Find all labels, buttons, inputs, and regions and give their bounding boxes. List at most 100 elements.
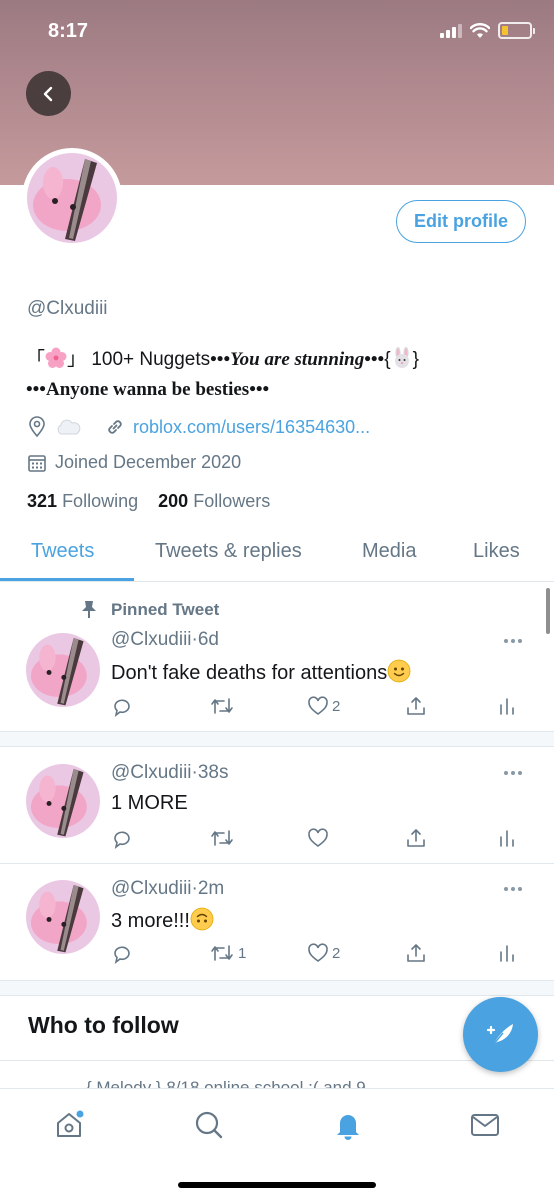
followers-link[interactable]: 200 Followers	[158, 491, 270, 511]
tweet-text: Don't fake deaths for attentions	[111, 659, 411, 685]
bio-text-besties: Anyone wanna be besties	[45, 379, 250, 400]
cellular-signal-icon	[440, 23, 462, 38]
cherry-blossom-icon	[45, 347, 67, 369]
retweet-icon	[211, 945, 233, 961]
analytics-button[interactable]	[497, 695, 517, 717]
following-label: Following	[62, 491, 139, 511]
like-button[interactable]: 2	[307, 695, 340, 717]
tweet-text-content: 3 more!!!	[111, 910, 190, 932]
like-count: 2	[332, 697, 341, 715]
tweet-more-icon[interactable]	[504, 638, 524, 644]
tab-tweets-and-replies[interactable]: Tweets & replies	[155, 540, 302, 563]
bio-brace-close: }	[412, 349, 419, 370]
status-bar: 8:17	[0, 0, 554, 64]
bio-dots: •••	[210, 349, 231, 370]
nav-home[interactable]	[51, 1107, 87, 1143]
home-indicator[interactable]	[178, 1182, 376, 1188]
back-button[interactable]	[26, 71, 71, 116]
like-button[interactable]: 2	[307, 942, 340, 964]
tweet-avatar[interactable]	[26, 764, 100, 838]
tweet-actions: 1 2	[111, 942, 521, 968]
share-icon	[407, 944, 425, 962]
share-button[interactable]	[405, 827, 427, 849]
bio-bracket-open: 「	[26, 349, 46, 370]
joined-date: Joined December 2020	[55, 452, 242, 472]
profile-website-link[interactable]: roblox.com/users/16354630...	[133, 417, 370, 438]
pinned-tweet-label: Pinned Tweet	[111, 600, 220, 619]
tab-media[interactable]: Media	[362, 540, 416, 563]
retweet-button[interactable]: 1	[209, 942, 246, 964]
section-divider	[0, 980, 554, 996]
tweet-item[interactable]: @Clxudiii·38s 1 MORE	[0, 747, 554, 863]
tweet-handle[interactable]: @Clxudiii	[111, 629, 192, 650]
section-divider-thin	[0, 1060, 554, 1061]
active-tab-indicator	[0, 578, 134, 581]
heart-icon	[308, 828, 328, 847]
analytics-button[interactable]	[497, 827, 517, 849]
bio-text-stunning: You are stunning	[230, 349, 365, 370]
tweet-text: 3 more!!!	[111, 907, 214, 933]
nav-messages[interactable]	[467, 1107, 503, 1143]
reply-button[interactable]	[111, 827, 133, 849]
tweet-avatar[interactable]	[26, 880, 100, 954]
like-button[interactable]	[307, 827, 332, 849]
tweet-avatar[interactable]	[26, 633, 100, 707]
analytics-button[interactable]	[497, 942, 517, 964]
like-count: 2	[332, 944, 341, 962]
retweet-count: 1	[238, 944, 247, 962]
location-pin-icon	[29, 416, 45, 438]
analytics-icon	[500, 698, 514, 715]
tweet-actions	[111, 827, 521, 853]
wifi-icon	[470, 22, 490, 38]
following-count: 321	[27, 491, 58, 511]
bio-dots: •••	[26, 379, 46, 400]
tweet-time: 2m	[197, 878, 225, 899]
heart-icon	[308, 943, 328, 962]
tweet-text-content: Don't fake deaths for attentions	[111, 662, 388, 684]
profile-avatar[interactable]	[22, 148, 122, 248]
upside-down-face-icon	[190, 907, 214, 931]
search-icon	[195, 1111, 223, 1139]
tweet-item[interactable]: Pinned Tweet @Clxudiii·6d Don't fake dea…	[0, 583, 554, 731]
nav-notifications[interactable]	[330, 1107, 366, 1143]
avatar-image	[27, 153, 117, 243]
tab-likes[interactable]: Likes	[473, 540, 520, 563]
status-icons	[440, 22, 535, 39]
share-button[interactable]	[405, 695, 427, 717]
edit-profile-button[interactable]: Edit profile	[396, 200, 526, 243]
battery-icon	[498, 22, 535, 39]
calendar-icon	[28, 454, 46, 472]
following-link[interactable]: 321 Following	[27, 491, 138, 511]
share-button[interactable]	[405, 942, 427, 964]
analytics-icon	[500, 945, 514, 962]
tweet-handle[interactable]: @Clxudiii	[111, 762, 192, 783]
follow-counts: 321 Following 200 Followers	[27, 491, 270, 512]
tweet-item[interactable]: @Clxudiii·2m 3 more!!! 1 2	[0, 864, 554, 980]
tab-tweets[interactable]: Tweets	[31, 540, 94, 563]
mail-icon	[471, 1114, 499, 1136]
profile-meta-location-website: roblox.com/users/16354630...	[27, 416, 370, 438]
bio-bracket-close: 」	[67, 349, 87, 370]
rabbit-face-icon	[391, 347, 413, 369]
section-divider	[0, 731, 554, 747]
profile-bio: 「」 100+ Nuggets•••You are stunning•••{} …	[26, 345, 536, 405]
tweet-header: @Clxudiii·2m	[111, 878, 225, 899]
share-icon	[407, 697, 425, 715]
retweet-icon	[211, 698, 233, 714]
retweet-icon	[211, 830, 233, 846]
compose-feather-icon	[486, 1023, 513, 1045]
compose-tweet-button[interactable]	[463, 997, 538, 1072]
tweet-more-icon[interactable]	[504, 886, 524, 892]
retweet-button[interactable]	[209, 695, 238, 717]
tweet-time: 38s	[197, 762, 229, 783]
reply-button[interactable]	[111, 695, 133, 717]
retweet-button[interactable]	[209, 827, 238, 849]
reply-button[interactable]	[111, 942, 133, 964]
who-to-follow-heading: Who to follow	[28, 1012, 179, 1038]
tweet-more-icon[interactable]	[504, 770, 524, 776]
reply-icon	[114, 831, 130, 849]
nav-search[interactable]	[191, 1107, 227, 1143]
tweet-handle[interactable]: @Clxudiii	[111, 878, 192, 899]
share-icon	[407, 829, 425, 847]
tweet-header: @Clxudiii·38s	[111, 762, 229, 783]
